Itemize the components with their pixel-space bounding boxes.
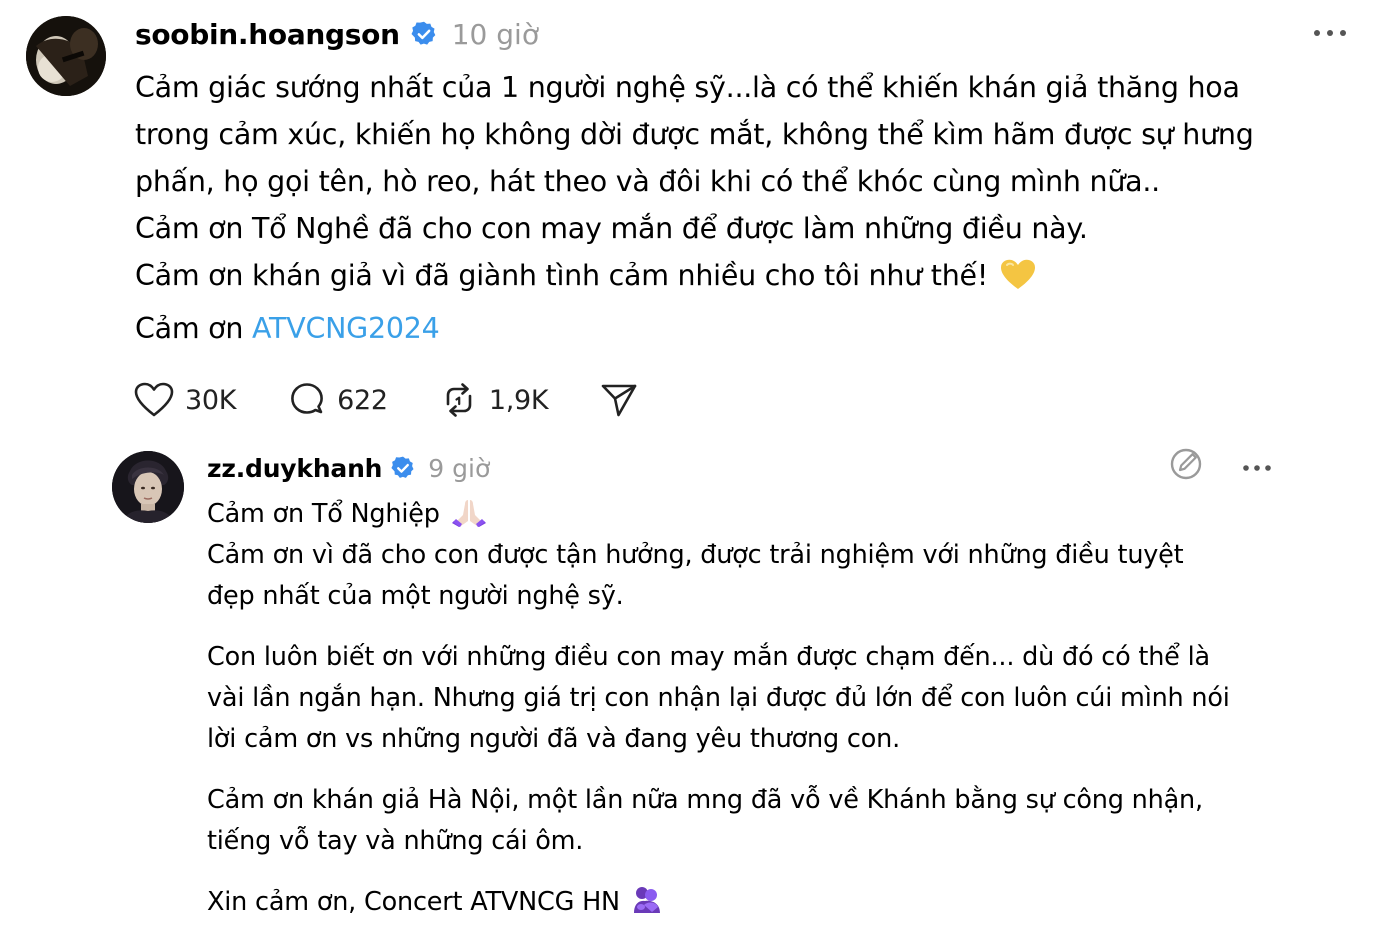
repost-button[interactable]: 1,9K [440, 382, 549, 418]
reply-text-line: Cảm ơn khán giả Hà Nội, một lần nữa mng … [207, 785, 1203, 815]
avatar-image [112, 451, 184, 523]
username[interactable]: zz.duykhanh [207, 454, 382, 483]
verified-badge-icon [390, 455, 416, 481]
reply-text-line-with-emoji: Cảm ơn Tổ Nghiệp [207, 494, 1327, 535]
comment-count: 622 [337, 384, 388, 416]
username[interactable]: soobin.hoangson [135, 18, 400, 51]
reply-tools [1168, 447, 1272, 485]
people-hugging-icon [632, 885, 662, 928]
post-text-prefix: Cảm ơn [135, 312, 252, 345]
post-header: soobin.hoangson 10 giờ [135, 12, 539, 56]
heart-icon [134, 382, 174, 418]
post-text-line-with-emoji: Cảm ơn khán giả vì đã giành tình cảm nhi… [135, 252, 1365, 305]
reply-text-line: Con luôn biết ơn với những điều con may … [207, 642, 1210, 672]
post-time: 10 giờ [451, 17, 539, 51]
share-button[interactable] [600, 382, 638, 418]
reply-time: 9 giờ [428, 453, 491, 483]
reply-text-line: Cảm ơn Tổ Nghiệp [207, 499, 440, 529]
post-text-line: Cảm giác sướng nhất của 1 người nghệ sỹ.… [135, 71, 1240, 104]
like-count: 30K [185, 384, 237, 416]
post-text-line-hashtag: Cảm ơn ATVCNG2024 [135, 305, 1365, 352]
comment-button[interactable]: 622 [288, 381, 388, 419]
reply-text-line-with-emoji: Xin cảm ơn, Concert ATVNCG HN [207, 882, 1327, 923]
folded-hands-icon [451, 497, 486, 540]
more-icon[interactable] [1310, 18, 1350, 48]
hashtag-link[interactable]: ATVCNG2024 [252, 312, 440, 345]
reply-text: Cảm ơn Tổ Nghiệp Cảm ơn vì đã cho con đư… [207, 494, 1327, 923]
post-text-line: Cảm ơn khán giả vì đã giành tình cảm nhi… [135, 259, 988, 292]
comment-icon [288, 381, 326, 419]
repost-icon [440, 382, 478, 418]
more-icon[interactable] [1242, 457, 1272, 476]
reply-text-line: Cảm ơn vì đã cho con được tận hưởng, đượ… [207, 540, 1184, 570]
reply-text-line: lời cảm ơn vs những người đã và đang yêu… [207, 724, 900, 754]
like-button[interactable]: 30K [134, 382, 236, 418]
avatar[interactable] [26, 16, 106, 96]
post-text: Cảm giác sướng nhất của 1 người nghệ sỹ.… [135, 64, 1365, 352]
post-text-line: trong cảm xúc, khiến họ không dời được m… [135, 118, 1254, 151]
send-icon [600, 382, 638, 418]
reply-text-line: tiếng vỗ tay và những cái ôm. [207, 826, 584, 856]
verified-badge-icon [410, 20, 438, 48]
reply-text-line: vài lần ngắn hạn. Nhưng giá trị con nhận… [207, 683, 1230, 713]
reply-text-line: đẹp nhất của một người nghệ sỹ. [207, 581, 624, 611]
post-text-line: phấn, họ gọi tên, hò reo, hát theo và đô… [135, 165, 1160, 198]
reply-text-line: Xin cảm ơn, Concert ATVNCG HN [207, 887, 620, 917]
post-text-line: Cảm ơn Tổ Nghề đã cho con may mắn để đượ… [135, 212, 1088, 245]
yellow-heart-icon [1000, 258, 1036, 305]
repost-count: 1,9K [488, 384, 549, 416]
post-actions: 30K 622 1,9K [134, 378, 690, 422]
avatar-image [26, 16, 106, 96]
edit-icon[interactable] [1168, 446, 1204, 486]
avatar[interactable] [112, 451, 184, 523]
reply-header: zz.duykhanh 9 giờ [207, 448, 490, 488]
